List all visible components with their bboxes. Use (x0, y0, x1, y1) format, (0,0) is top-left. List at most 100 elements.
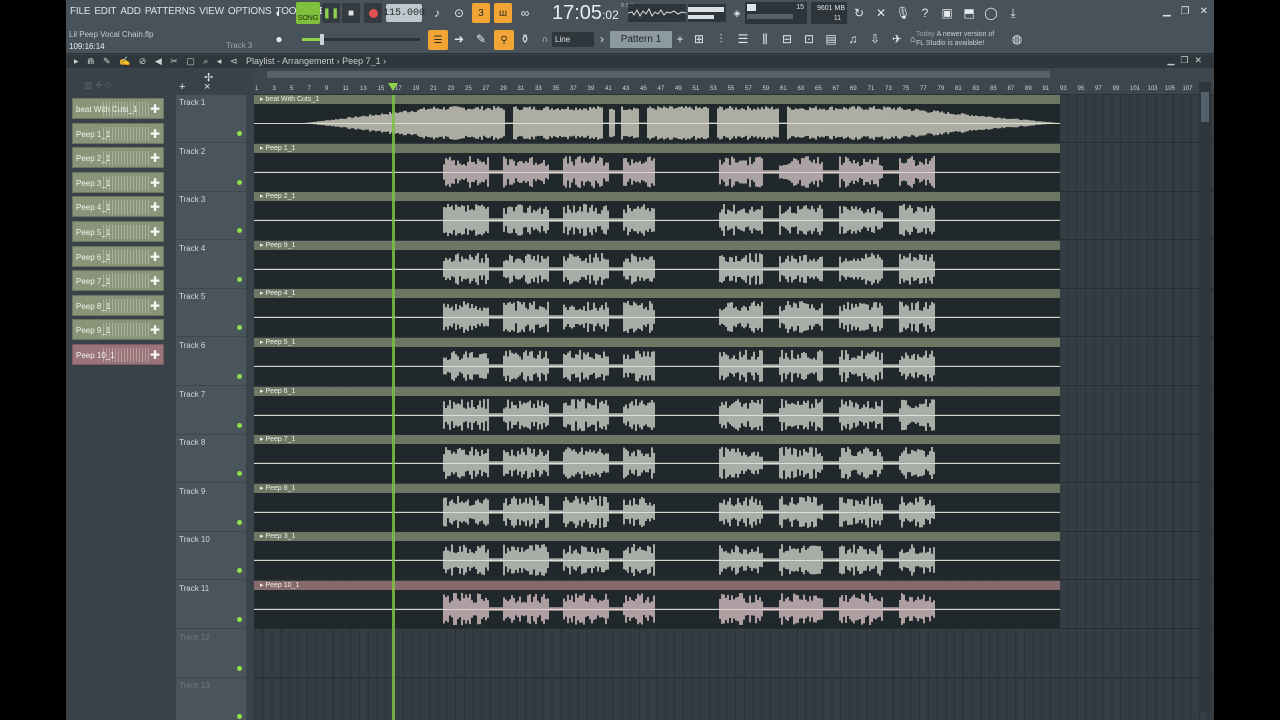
track-header[interactable]: Track 9 (176, 484, 246, 532)
horizontal-scrollbar[interactable] (267, 71, 1050, 78)
menu-patterns[interactable]: PATTERNS (145, 6, 195, 17)
track-enable-icon[interactable] (237, 179, 242, 185)
track-header[interactable]: Track 6 (176, 338, 246, 386)
add-clip-icon[interactable]: ✚ (150, 151, 160, 165)
channel-rack-icon[interactable]: ☰ (734, 30, 752, 48)
picker-clip[interactable]: Peep 10_1 ✚ (72, 344, 164, 365)
undo-icon[interactable]: ↻ (850, 4, 868, 22)
timeline-ruler[interactable]: 1 3 5 7 9 11 13 15 17 19 21 23 25 27 29 31 33 35 37 39 41 43 4… (254, 68, 1214, 95)
master-volume-knob-icon[interactable]: ◐ (270, 4, 288, 22)
picker-clip[interactable]: Peep 2_1 ✚ (72, 147, 164, 169)
menu-file[interactable]: FILE (70, 6, 91, 17)
picker-clip[interactable]: Peep 9_1 ✚ (72, 319, 164, 341)
tempo-tapper-icon[interactable]: ⇩ (866, 30, 884, 48)
add-clip-icon[interactable]: ✚ (150, 299, 160, 313)
pause-button[interactable]: ❚❚ (322, 3, 340, 23)
audio-clip[interactable]: ▸ Peep 6_1 (254, 386, 1060, 434)
pattern-prev-icon[interactable]: › (596, 30, 608, 48)
help-icon[interactable]: ? (916, 4, 934, 22)
add-pattern-icon[interactable]: + (674, 30, 686, 48)
track-header[interactable]: Track 10 (176, 532, 246, 581)
track-enable-icon[interactable] (237, 714, 242, 720)
delete-track-icon[interactable]: × (204, 81, 210, 93)
close-icon[interactable]: ✕ (1200, 6, 1208, 17)
browser-icon[interactable]: ⊡ (800, 30, 818, 48)
audio-clip[interactable]: ▸ Peep 8_1 (254, 483, 1060, 531)
track-header[interactable]: Track 13 (176, 678, 246, 720)
add-clip-icon[interactable]: ✚ (150, 176, 160, 190)
add-track-icon[interactable]: + (179, 81, 185, 93)
arrow-icon[interactable]: ➜ (450, 30, 468, 48)
tempo-display[interactable]: 115.000 (383, 4, 425, 22)
vertical-scrollbar[interactable] (1199, 82, 1211, 712)
audio-clip[interactable]: ▸ beat With Cuts_1 (254, 95, 1060, 142)
touch-controller-icon[interactable]: ♫ (844, 30, 862, 48)
mixer-icon[interactable]: ⫼ (756, 30, 774, 48)
pattern-selector[interactable]: Pattern 1 (610, 31, 672, 48)
add-clip-icon[interactable]: ✚ (150, 348, 160, 362)
track-header[interactable]: Track 1 (176, 95, 246, 143)
track-header[interactable]: Track 4 (176, 241, 246, 289)
add-clip-icon[interactable]: ✚ (150, 102, 160, 116)
audio-clip[interactable]: ▸ Peep 1_1 (254, 143, 1060, 191)
pin-icon[interactable]: ◈ (728, 4, 746, 22)
track-enable-icon[interactable] (237, 422, 242, 428)
plugin-picker-icon[interactable]: ▤ (822, 30, 840, 48)
pencil-icon[interactable]: ✎ (472, 30, 490, 48)
song-mode-toggle[interactable]: SONG (296, 2, 320, 24)
master-slider[interactable] (302, 34, 420, 45)
arrangement-grid[interactable]: 1 3 5 7 9 11 13 15 17 19 21 23 25 27 29 31 33 35 37 39 41 43 4… (254, 68, 1214, 720)
news-panel[interactable]: Today A newer version of FL Studio is av… (916, 30, 994, 48)
stamp-icon[interactable]: ⚱ (516, 30, 534, 48)
track-enable-icon[interactable] (237, 665, 242, 671)
menu-view[interactable]: VIEW (199, 6, 224, 17)
add-clip-icon[interactable]: ✚ (150, 323, 160, 337)
add-clip-icon[interactable]: ✚ (150, 127, 160, 141)
menu-options[interactable]: OPTIONS (228, 6, 272, 17)
picker-clip[interactable]: Peep 5_1 ✚ (72, 221, 164, 242)
track-header[interactable]: Track 8 (176, 435, 246, 484)
audio-clip[interactable]: ▸ Peep 4_1 (254, 289, 1060, 337)
audio-clip[interactable]: ▸ Peep 9_1 (254, 240, 1060, 288)
stop-button[interactable]: ■ (342, 3, 360, 23)
render-icon[interactable]: ⬒ (960, 4, 978, 22)
track-enable-icon[interactable] (237, 519, 242, 525)
track-enable-icon[interactable] (237, 325, 242, 331)
track-enable-icon[interactable] (237, 471, 242, 477)
track-enable-icon[interactable] (237, 617, 242, 622)
loop-record-icon[interactable]: ∞ (516, 4, 534, 22)
channel-settings-icon[interactable]: ⊟ (778, 30, 796, 48)
master-pitch-knob-icon[interactable]: ● (270, 30, 288, 48)
playlist-tools[interactable]: ▸ ⋒ ✎ ✍ ⊘ ◀ ✂ ▢ ⌕ ◂ ⊲ (74, 56, 240, 67)
track-enable-icon[interactable] (237, 374, 242, 379)
add-clip-icon[interactable]: ✚ (150, 274, 160, 288)
track-enable-icon[interactable] (237, 568, 242, 574)
picker-clip[interactable]: Peep 1_1 ✚ (72, 122, 164, 144)
track-header[interactable]: Track 2 (176, 144, 246, 192)
picker-clip[interactable]: Peep 4_1 ✚ (72, 196, 164, 218)
playlist-window-controls[interactable]: ▁❐✕ (1167, 55, 1208, 66)
link-icon[interactable]: ⚲ (494, 30, 514, 50)
metronome-icon[interactable]: ♪ (428, 4, 446, 22)
add-clip-icon[interactable]: ✚ (150, 200, 160, 214)
track-header[interactable]: Track 11 (176, 581, 246, 629)
wait-for-input-icon[interactable]: ⊙ (450, 4, 468, 22)
picker-clip[interactable]: Peep 3_1 ✚ (72, 171, 164, 193)
blend-notes-icon[interactable]: ш (494, 3, 512, 23)
download-icon[interactable]: ⤓ (1004, 4, 1022, 22)
snap-select[interactable]: Line (552, 32, 594, 47)
minimize-icon[interactable]: ▁ (1163, 6, 1171, 17)
audio-clip[interactable]: ▸ Peep 10_1 (254, 581, 1060, 628)
picker-clip[interactable]: Peep 6_1 ✚ (72, 245, 164, 267)
playhead[interactable] (392, 95, 395, 720)
picker-clip[interactable]: beat With Cuts_1 ✚ (72, 98, 164, 119)
audio-clip[interactable]: ▸ Peep 2_1 (254, 192, 1060, 240)
countdown-icon[interactable]: 3 (472, 3, 490, 23)
restore-icon[interactable]: ❐ (1181, 6, 1190, 17)
piano-roll-icon[interactable]: ⫶ (712, 30, 730, 48)
step-sequencer-icon[interactable]: ☰ (428, 30, 448, 50)
playlist-icon[interactable]: ⊞ (690, 30, 708, 48)
track-header[interactable]: Track 5 (176, 289, 246, 338)
audio-clip[interactable]: ▸ Peep 7_1 (254, 435, 1060, 483)
menu-edit[interactable]: EDIT (94, 6, 116, 17)
